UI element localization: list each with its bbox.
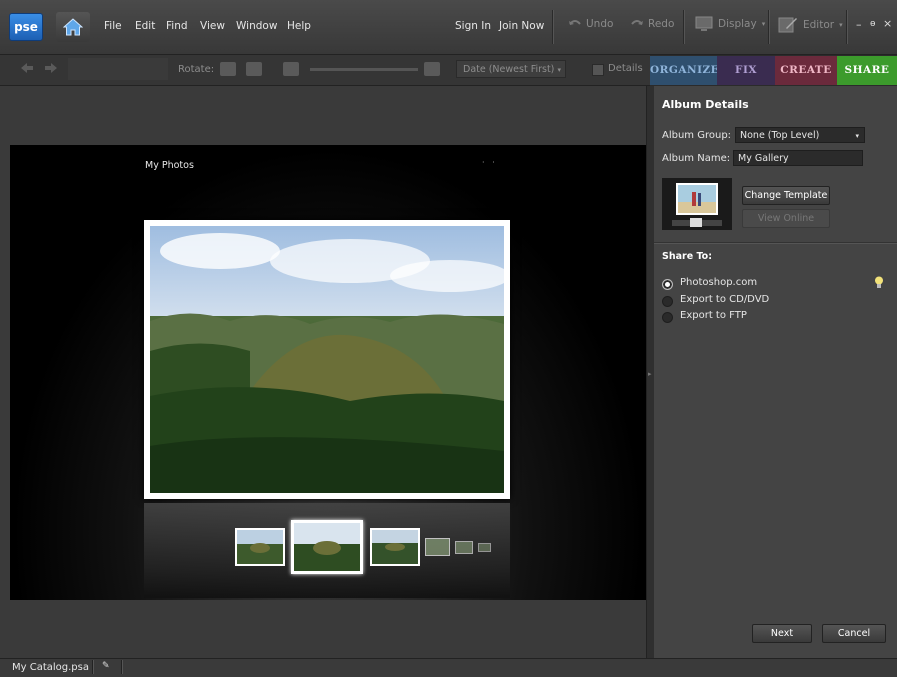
thumbnail-size-slider[interactable]: [310, 68, 418, 71]
thumbnail[interactable]: [370, 528, 420, 566]
album-group-value: None (Top Level): [740, 130, 820, 141]
redo-button[interactable]: Redo: [630, 18, 674, 30]
change-template-button[interactable]: Change Template: [742, 186, 830, 205]
sort-order-value: Date (Newest First): [463, 64, 555, 75]
dots-icon: · ·: [482, 158, 495, 167]
divider: [768, 10, 769, 44]
radio-export-ftp[interactable]: [662, 312, 673, 323]
arrow-right-icon: [45, 63, 57, 73]
tab-create[interactable]: CREATE: [775, 56, 837, 85]
divider: [92, 660, 93, 674]
tab-share[interactable]: SHARE: [837, 56, 897, 85]
rotate-label: Rotate:: [178, 64, 215, 75]
editor-button[interactable]: Editor ▾: [778, 16, 843, 34]
gallery-title: My Photos: [145, 160, 194, 171]
rotate-left-icon[interactable]: [220, 62, 236, 76]
redo-icon: [631, 20, 643, 25]
sync-icon[interactable]: ✎: [102, 661, 110, 671]
thumbnail[interactable]: [425, 538, 450, 556]
radio-photoshop-com[interactable]: [662, 279, 673, 290]
main-photo[interactable]: [150, 226, 510, 493]
view-online-button[interactable]: View Online: [742, 209, 830, 228]
close-icon[interactable]: ×: [883, 17, 892, 30]
editor-icon: [778, 17, 797, 33]
menu-view[interactable]: View: [200, 20, 225, 32]
template-preview: [662, 178, 732, 230]
thumbnail[interactable]: [455, 541, 473, 554]
album-group-label: Album Group:: [662, 130, 732, 141]
chevron-down-icon: ▾: [557, 66, 561, 74]
undo-label: Undo: [586, 18, 614, 30]
menu-edit[interactable]: Edit: [135, 20, 155, 32]
display-icon: [695, 16, 713, 31]
tip-button[interactable]: [874, 276, 884, 292]
album-name-label: Album Name:: [662, 153, 731, 164]
tab-fix[interactable]: FIX: [717, 56, 775, 85]
radio-export-cd-dvd[interactable]: [662, 296, 673, 307]
thumbnail-selected[interactable]: [291, 520, 363, 574]
chevron-down-icon: ▾: [761, 20, 766, 28]
menu-help[interactable]: Help: [287, 20, 311, 32]
lightbulb-icon: [875, 276, 883, 288]
menu-find[interactable]: Find: [166, 20, 188, 32]
app-logo: pse: [10, 14, 42, 40]
album-name-field[interactable]: My Gallery: [733, 150, 863, 166]
undo-icon: [569, 20, 581, 25]
thumbnail[interactable]: [478, 543, 491, 552]
divider: [683, 10, 684, 44]
status-bar: [0, 658, 897, 677]
home-button[interactable]: [56, 12, 90, 42]
display-button[interactable]: Display ▾: [695, 16, 765, 32]
divider: [552, 10, 553, 44]
sort-order-select[interactable]: Date (Newest First) ▾: [456, 60, 566, 78]
grid-view-icon[interactable]: [283, 62, 299, 76]
divider: [654, 242, 897, 243]
restore-icon[interactable]: ɵ: [870, 19, 876, 29]
search-field[interactable]: [68, 58, 168, 80]
cancel-button[interactable]: Cancel: [822, 624, 886, 643]
share-panel: [654, 86, 897, 658]
single-photo-view-icon[interactable]: [424, 62, 440, 76]
rotate-right-icon[interactable]: [246, 62, 262, 76]
forward-button[interactable]: [44, 62, 58, 77]
back-button[interactable]: [20, 62, 34, 77]
menu-file[interactable]: File: [104, 20, 122, 32]
option-export-ftp[interactable]: Export to FTP: [680, 310, 747, 321]
join-now-link[interactable]: Join Now: [499, 20, 544, 32]
next-button[interactable]: Next: [752, 624, 812, 643]
details-label: Details: [608, 63, 643, 74]
redo-label: Redo: [648, 18, 675, 30]
arrow-handle-icon: ▸: [648, 370, 652, 378]
arrow-left-icon: [21, 63, 33, 73]
chevron-down-icon: ▾: [855, 132, 859, 140]
editor-label: Editor: [803, 19, 835, 31]
chevron-down-icon: ▾: [839, 21, 843, 29]
option-export-cd-dvd[interactable]: Export to CD/DVD: [680, 294, 769, 305]
divider: [121, 660, 122, 674]
sign-in-link[interactable]: Sign In: [455, 20, 491, 32]
share-to-title: Share To:: [662, 251, 712, 262]
home-icon: [63, 18, 83, 36]
option-photoshop-com[interactable]: Photoshop.com: [680, 277, 757, 288]
catalog-name[interactable]: My Catalog.psa: [12, 662, 89, 673]
details-checkbox[interactable]: [592, 64, 604, 76]
undo-button[interactable]: Undo: [568, 18, 613, 30]
divider: [846, 10, 847, 44]
landscape-photo: [150, 226, 510, 493]
panel-title: Album Details: [662, 98, 749, 111]
tab-organize[interactable]: ORGANIZE: [650, 56, 719, 85]
thumbnail[interactable]: [235, 528, 285, 566]
template-thumbnail: [662, 178, 732, 230]
album-group-select[interactable]: None (Top Level) ▾: [735, 127, 865, 143]
menu-window[interactable]: Window: [236, 20, 277, 32]
display-label: Display: [718, 18, 757, 30]
minimize-icon[interactable]: –: [856, 18, 862, 31]
